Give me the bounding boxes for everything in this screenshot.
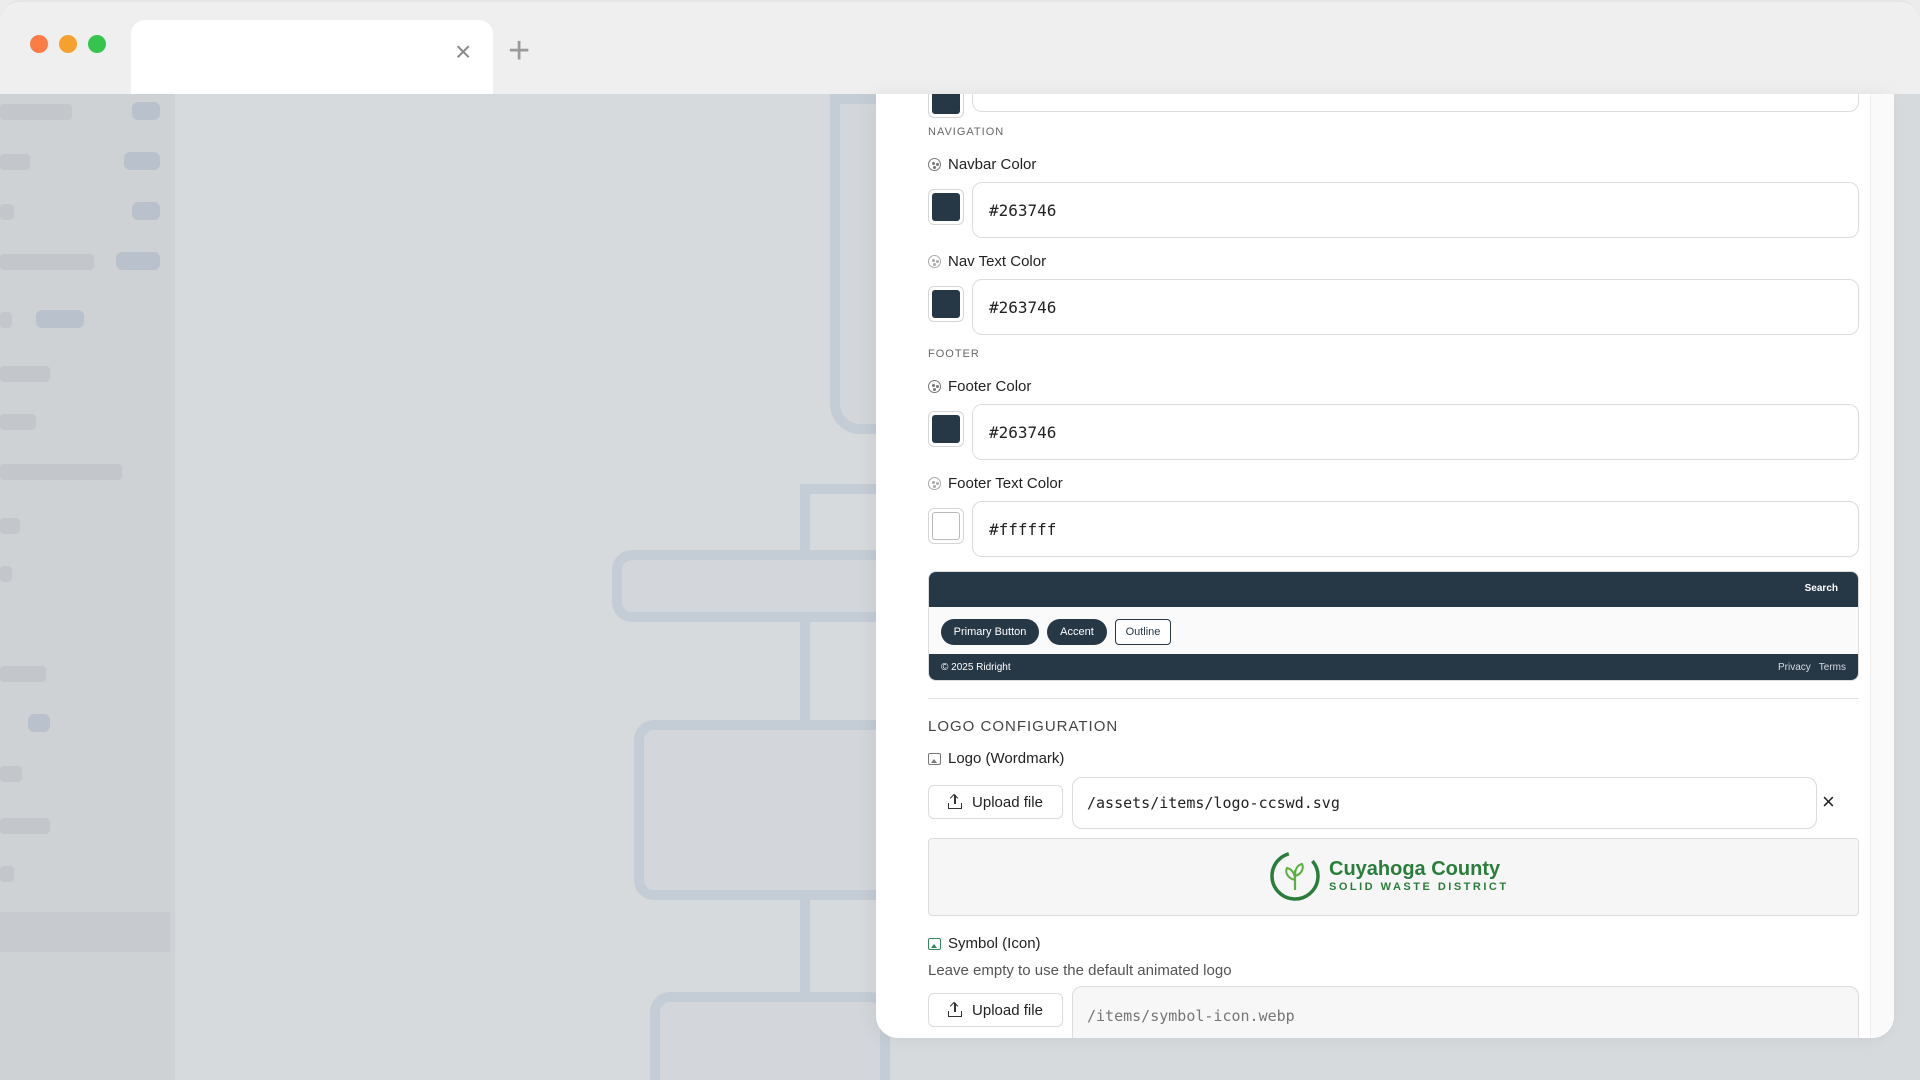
theme-preview: Search Primary Button Accent Outline © 2… (928, 571, 1859, 681)
logo-configuration-title: LOGO CONFIGURATION (928, 718, 1119, 735)
footer-text-color-label-text: Footer Text Color (948, 475, 1063, 492)
symbol-helper-text: Leave empty to use the default animated … (928, 962, 1232, 979)
logo-name-text: Cuyahoga County (1329, 858, 1501, 880)
wordmark-label-text: Logo (Wordmark) (948, 750, 1065, 767)
drawer-scrollbar[interactable] (1870, 94, 1894, 1038)
footer-section-label: FOOTER (928, 348, 980, 360)
symbol-path-input[interactable]: /items/symbol-icon.webp (1072, 986, 1859, 1038)
browser-tab[interactable] (131, 20, 493, 96)
symbol-label-text: Symbol (Icon) (948, 935, 1041, 952)
palette-icon (928, 477, 941, 490)
navbar-color-swatch[interactable] (928, 189, 964, 225)
nav-text-color-swatch[interactable] (928, 286, 964, 322)
symbol-upload-button[interactable]: Upload file (928, 993, 1063, 1027)
palette-icon (928, 255, 941, 268)
navbar-color-label: Navbar Color (928, 156, 1036, 173)
footer-text-color-input[interactable]: #ffffff (972, 501, 1859, 557)
navbar-color-input[interactable]: #263746 (972, 182, 1859, 238)
navbar-color-label-text: Navbar Color (948, 156, 1037, 173)
footer-color-label-text: Footer Color (948, 378, 1032, 395)
wordmark-upload-button[interactable]: Upload file (928, 785, 1063, 819)
footer-text-color-swatch[interactable] (928, 508, 964, 544)
palette-icon (928, 158, 941, 171)
symbol-label: Symbol (Icon) (928, 935, 1041, 952)
image-icon (928, 752, 941, 765)
preview-footer-privacy: Privacy (1777, 662, 1811, 673)
wordmark-preview: Cuyahoga County SOLID WASTE DISTRICT (928, 838, 1859, 916)
image-icon (928, 937, 941, 950)
navigation-section-label: NAVIGATION (928, 126, 1005, 138)
nav-text-color-input[interactable]: #263746 (972, 279, 1859, 335)
close-window-button[interactable] (30, 35, 48, 53)
footer-color-input[interactable]: #263746 (972, 404, 1859, 460)
preview-footer: © 2025 Ridright Privacy Terms (929, 654, 1858, 680)
wordmark-path-input[interactable]: /assets/items/logo-ccswd.svg (1072, 777, 1817, 829)
browser-window: × + NAVIGATION Navbar Color #263746 Nav … (0, 0, 1920, 1080)
palette-icon (928, 380, 941, 393)
nav-text-color-label-text: Nav Text Color (948, 253, 1047, 270)
new-tab-icon[interactable]: + (508, 32, 530, 70)
preview-search-link: Search (1804, 583, 1838, 594)
footer-color-swatch[interactable] (928, 411, 964, 447)
preview-primary-button: Primary Button (941, 619, 1039, 645)
preview-accent-button: Accent (1047, 619, 1107, 645)
wordmark-label: Logo (Wordmark) (928, 750, 1064, 767)
preview-outline-button: Outline (1115, 619, 1171, 645)
preview-footer-terms: Terms (1818, 662, 1846, 673)
preview-footer-copyright: © 2025 Ridright (941, 662, 1011, 673)
theme-settings-drawer: NAVIGATION Navbar Color #263746 Nav Text… (876, 94, 1894, 1038)
symbol-upload-label: Upload file (972, 1001, 1043, 1019)
nav-text-color-label: Nav Text Color (928, 253, 1046, 270)
partial-color-input[interactable] (972, 94, 1859, 112)
footer-text-color-label: Footer Text Color (928, 475, 1063, 492)
logo-subtitle-text: SOLID WASTE DISTRICT (1329, 881, 1509, 893)
footer-color-label: Footer Color (928, 378, 1031, 395)
clear-wordmark-icon[interactable]: × (1822, 791, 1835, 813)
leaf-logo-icon (1270, 851, 1320, 901)
wordmark-upload-label: Upload file (972, 793, 1043, 811)
cuyahoga-county-logo: Cuyahoga County SOLID WASTE DISTRICT (1269, 850, 1509, 902)
close-tab-icon[interactable]: × (455, 38, 471, 66)
browser-titlebar: × + (0, 0, 1920, 96)
dimmed-sidebar (0, 94, 175, 1080)
minimize-window-button[interactable] (59, 35, 77, 53)
section-divider (928, 698, 1859, 699)
maximize-window-button[interactable] (88, 35, 106, 53)
upload-icon (948, 1001, 963, 1017)
upload-icon (948, 793, 963, 809)
partial-swatch[interactable] (928, 94, 964, 118)
preview-navbar: Search (929, 572, 1858, 607)
